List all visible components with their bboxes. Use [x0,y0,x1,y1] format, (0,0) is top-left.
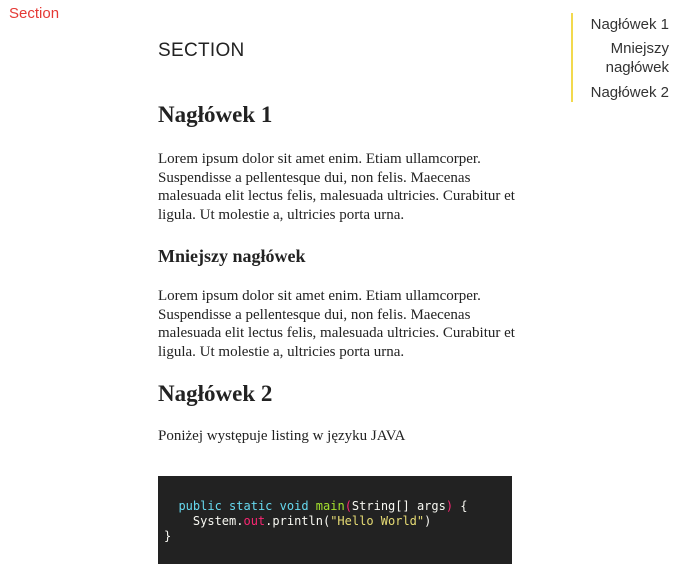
section-link[interactable]: Section [9,5,59,22]
content: SECTION Nagłówek 1 Lorem ipsum dolor sit… [158,40,518,564]
heading-naglowek-2: Nagłówek 2 [158,381,273,406]
code-block: public static void main(String[] args) {… [158,475,512,564]
toc-item-naglowek-2[interactable]: Nagłówek 2 [573,81,669,102]
subheading-mniejszy-naglowek: Mniejszy nagłówek [158,246,306,266]
paragraph-3: Poniżej występuje listing w języku JAVA [158,428,406,444]
toc-item-naglowek-1[interactable]: Nagłówek 1 [573,13,669,34]
paragraph-2: Lorem ipsum dolor sit amet enim. Etiam u… [158,288,515,360]
section-title: SECTION [158,40,245,61]
paragraph-1: Lorem ipsum dolor sit amet enim. Etiam u… [158,151,515,223]
heading-naglowek-1: Nagłówek 1 [158,102,273,127]
toc-item-mniejszy-naglowek[interactable]: Mniejszy nagłówek [573,34,669,81]
table-of-contents: Nagłówek 1 Mniejszy nagłówek Nagłówek 2 [571,13,669,102]
